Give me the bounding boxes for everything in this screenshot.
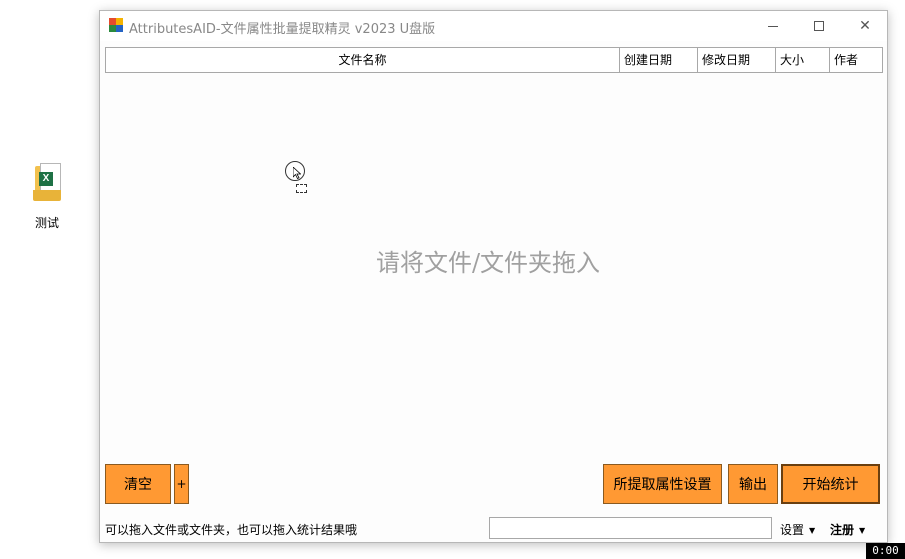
- file-list-view[interactable]: 文件名称 创建日期 修改日期 大小 作者 请将文件/文件夹拖入: [105, 47, 883, 460]
- minimize-button[interactable]: [750, 11, 796, 41]
- recording-timer: 0:00: [866, 543, 905, 559]
- maximize-button[interactable]: [796, 11, 842, 41]
- column-header-size[interactable]: 大小: [776, 48, 830, 72]
- settings-menu[interactable]: 设置 ▼: [780, 521, 815, 538]
- column-header-created[interactable]: 创建日期: [620, 48, 698, 72]
- drag-cursor-icon: [285, 161, 307, 195]
- excel-folder-icon: X: [30, 160, 64, 204]
- app-logo-icon: [109, 18, 123, 32]
- chevron-down-icon: ▼: [859, 526, 866, 535]
- add-button[interactable]: +: [174, 464, 189, 504]
- list-header: 文件名称 创建日期 修改日期 大小 作者: [105, 47, 883, 73]
- desktop-icon-label: 测试: [34, 216, 59, 230]
- drop-hint-text: 请将文件/文件夹拖入: [375, 249, 601, 277]
- column-header-name[interactable]: 文件名称: [106, 48, 620, 72]
- close-button[interactable]: ✕: [842, 11, 888, 41]
- window-title: AttributesAID-文件属性批量提取精灵 v2023 U盘版: [129, 22, 436, 37]
- status-field: [489, 517, 772, 539]
- attribute-settings-button[interactable]: 所提取属性设置: [603, 464, 722, 504]
- column-header-author[interactable]: 作者: [830, 48, 882, 72]
- register-menu[interactable]: 注册 ▼: [830, 521, 865, 538]
- start-statistics-button[interactable]: 开始统计: [781, 464, 880, 504]
- settings-label: 设置: [780, 523, 805, 537]
- register-label: 注册: [830, 523, 855, 537]
- title-bar[interactable]: AttributesAID-文件属性批量提取精灵 v2023 U盘版 ✕: [100, 11, 887, 41]
- chevron-down-icon: ▼: [809, 526, 816, 535]
- maximize-icon: [814, 21, 824, 31]
- clear-button[interactable]: 清空: [105, 464, 171, 504]
- status-hint: 可以拖入文件或文件夹，也可以拖入统计结果哦: [105, 523, 358, 537]
- output-button[interactable]: 输出: [728, 464, 778, 504]
- close-icon: ✕: [859, 18, 871, 34]
- app-window: AttributesAID-文件属性批量提取精灵 v2023 U盘版 ✕ 文件名…: [99, 10, 888, 543]
- column-header-modified[interactable]: 修改日期: [698, 48, 776, 72]
- desktop-folder-shortcut[interactable]: X 测试: [24, 160, 70, 231]
- minimize-icon: [768, 25, 778, 27]
